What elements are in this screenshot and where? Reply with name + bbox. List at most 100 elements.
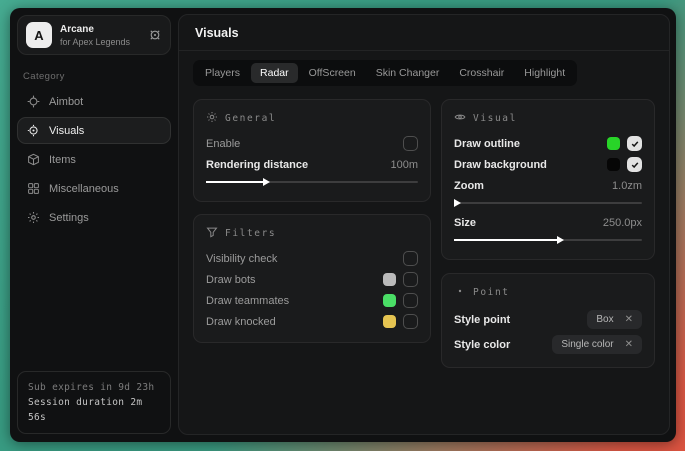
point-dot-icon [454, 285, 466, 300]
point-card: Point Style point Box ✕ Style color Sing… [441, 273, 655, 368]
enable-row: Enable [206, 133, 418, 154]
slider-track [454, 202, 642, 204]
draw-background-checkbox[interactable] [627, 157, 642, 172]
size-slider[interactable] [454, 234, 642, 246]
filters-card-title: Filters [225, 228, 276, 239]
size-value: 250.0px [603, 217, 642, 229]
draw-teammates-checkbox[interactable] [403, 293, 418, 308]
slider-thumb[interactable] [557, 236, 564, 244]
grid-icon [27, 182, 40, 195]
rendering-distance-label: Rendering distance [206, 159, 308, 171]
session-duration-text: Session duration 2m 56s [28, 395, 160, 425]
point-card-title: Point [473, 287, 510, 298]
size-label: Size [454, 217, 476, 229]
eye-icon [454, 111, 466, 126]
sidebar-item-label: Items [49, 154, 76, 166]
general-card: General Enable Rendering distance 100m [193, 99, 431, 202]
tab-crosshair[interactable]: Crosshair [450, 63, 513, 83]
sidebar-item-visuals[interactable]: Visuals [17, 117, 171, 144]
sidebar-item-label: Aimbot [49, 96, 83, 108]
sidebar-item-aimbot[interactable]: Aimbot [17, 88, 171, 115]
close-icon[interactable]: ✕ [625, 340, 633, 350]
cards-area: General Enable Rendering distance 100m [179, 86, 669, 381]
sidebar-item-miscellaneous[interactable]: Miscellaneous [17, 175, 171, 202]
left-column: General Enable Rendering distance 100m [193, 99, 431, 343]
draw-teammates-row: Draw teammates [206, 290, 418, 311]
rendering-distance-row: Rendering distance 100m [206, 154, 418, 175]
slider-fill [206, 181, 263, 183]
main-panel: Visuals Players Radar OffScreen Skin Cha… [178, 14, 670, 435]
style-color-value: Single color [561, 339, 613, 350]
style-color-select[interactable]: Single color ✕ [552, 335, 642, 354]
sidebar-item-label: Settings [49, 212, 89, 224]
enable-checkbox[interactable] [403, 136, 418, 151]
brand-card: A Arcane for Apex Legends [17, 15, 171, 55]
draw-knocked-color-swatch[interactable] [383, 315, 396, 328]
draw-outline-row: Draw outline [454, 133, 642, 154]
visual-card-header: Visual [454, 111, 642, 126]
tab-radar[interactable]: Radar [251, 63, 298, 83]
draw-outline-label: Draw outline [454, 138, 520, 150]
rendering-distance-slider[interactable] [206, 176, 418, 188]
draw-bots-label: Draw bots [206, 274, 256, 286]
draw-background-row: Draw background [454, 154, 642, 175]
draw-bots-row: Draw bots [206, 269, 418, 290]
style-point-select[interactable]: Box ✕ [587, 310, 642, 329]
visibility-check-checkbox[interactable] [403, 251, 418, 266]
sidebar-item-settings[interactable]: Settings [17, 204, 171, 231]
visual-card: Visual Draw outline Draw background [441, 99, 655, 260]
zoom-value: 1.0zm [612, 180, 642, 192]
settings-icon[interactable] [148, 28, 162, 42]
visibility-check-row: Visibility check [206, 248, 418, 269]
visibility-check-label: Visibility check [206, 253, 277, 265]
gear-icon [27, 211, 40, 224]
brand-title: Arcane [60, 24, 140, 35]
general-card-title: General [225, 113, 276, 124]
draw-bots-color-swatch[interactable] [383, 273, 396, 286]
eye-scan-icon [27, 124, 40, 137]
cube-icon [27, 153, 40, 166]
draw-knocked-checkbox[interactable] [403, 314, 418, 329]
draw-bots-checkbox[interactable] [403, 272, 418, 287]
brand-subtitle: for Apex Legends [60, 37, 140, 47]
sidebar-item-label: Visuals [49, 125, 84, 137]
slider-thumb[interactable] [263, 178, 270, 186]
category-label: Category [23, 71, 165, 82]
draw-background-color-swatch[interactable] [607, 158, 620, 171]
style-point-row: Style point Box ✕ [454, 307, 642, 332]
sidebar-item-label: Miscellaneous [49, 183, 119, 195]
tab-highlight[interactable]: Highlight [515, 63, 574, 83]
tab-offscreen[interactable]: OffScreen [300, 63, 365, 83]
sub-expiry-text: Sub expires in 9d 23h [28, 380, 160, 395]
sidebar-nav: Aimbot Visuals [17, 88, 171, 231]
size-row: Size 250.0px [454, 212, 642, 233]
gear-sun-icon [206, 111, 218, 126]
draw-teammates-color-swatch[interactable] [383, 294, 396, 307]
rendering-distance-value: 100m [390, 159, 418, 171]
style-color-label: Style color [454, 339, 510, 351]
style-point-value: Box [596, 314, 613, 325]
enable-label: Enable [206, 138, 240, 150]
funnel-icon [206, 226, 218, 241]
tab-skin-changer[interactable]: Skin Changer [367, 63, 449, 83]
visual-card-title: Visual [473, 113, 517, 124]
draw-outline-checkbox[interactable] [627, 136, 642, 151]
session-info-card: Sub expires in 9d 23h Session duration 2… [17, 371, 171, 434]
draw-knocked-row: Draw knocked [206, 311, 418, 332]
slider-thumb[interactable] [454, 199, 461, 207]
close-icon[interactable]: ✕ [625, 315, 633, 325]
sidebar: A Arcane for Apex Legends Category [10, 8, 178, 442]
style-color-row: Style color Single color ✕ [454, 332, 642, 357]
style-point-label: Style point [454, 314, 510, 326]
sidebar-item-items[interactable]: Items [17, 146, 171, 173]
slider-fill [454, 239, 557, 241]
crosshair-icon [27, 95, 40, 108]
general-card-header: General [206, 111, 418, 126]
tab-players[interactable]: Players [196, 63, 249, 83]
zoom-row: Zoom 1.0zm [454, 175, 642, 196]
zoom-label: Zoom [454, 180, 484, 192]
zoom-slider[interactable] [454, 197, 642, 209]
app-window: A Arcane for Apex Legends Category [10, 8, 676, 442]
page-title: Visuals [195, 26, 653, 40]
draw-outline-color-swatch[interactable] [607, 137, 620, 150]
